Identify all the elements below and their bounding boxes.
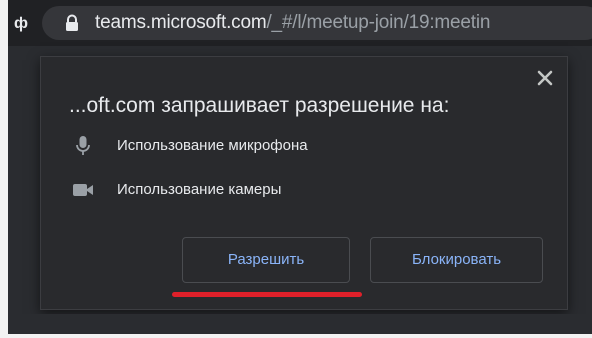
popup-title: ...oft.com запрашивает разрешение на:	[69, 94, 450, 117]
microphone-icon	[71, 135, 95, 157]
permission-popup: ...oft.com запрашивает разрешение на: Ис…	[40, 56, 568, 310]
block-button[interactable]: Блокировать	[370, 237, 543, 283]
browser-bottom-strip	[8, 314, 592, 334]
close-icon[interactable]	[534, 67, 556, 89]
allow-button[interactable]: Разрешить	[182, 237, 350, 283]
nav-glyph: ф	[14, 15, 28, 32]
camera-icon	[71, 179, 95, 201]
url-path: /_#/l/meetup-join/19:meetin	[266, 12, 491, 33]
url-host: teams.microsoft.com	[95, 12, 267, 33]
highlight-underline	[172, 292, 362, 297]
url-text[interactable]: teams.microsoft.com/_#/l/meetup-join/19:…	[95, 11, 490, 35]
permission-microphone-label: Использование микрофона	[117, 137, 308, 154]
permission-microphone: Использование микрофона	[71, 135, 308, 157]
permission-camera: Использование камеры	[71, 179, 281, 201]
screenshot-frame: ф teams.microsoft.com/_#/l/meetup-join/1…	[0, 0, 592, 338]
lock-icon[interactable]	[62, 13, 82, 33]
permission-camera-label: Использование камеры	[117, 181, 282, 198]
